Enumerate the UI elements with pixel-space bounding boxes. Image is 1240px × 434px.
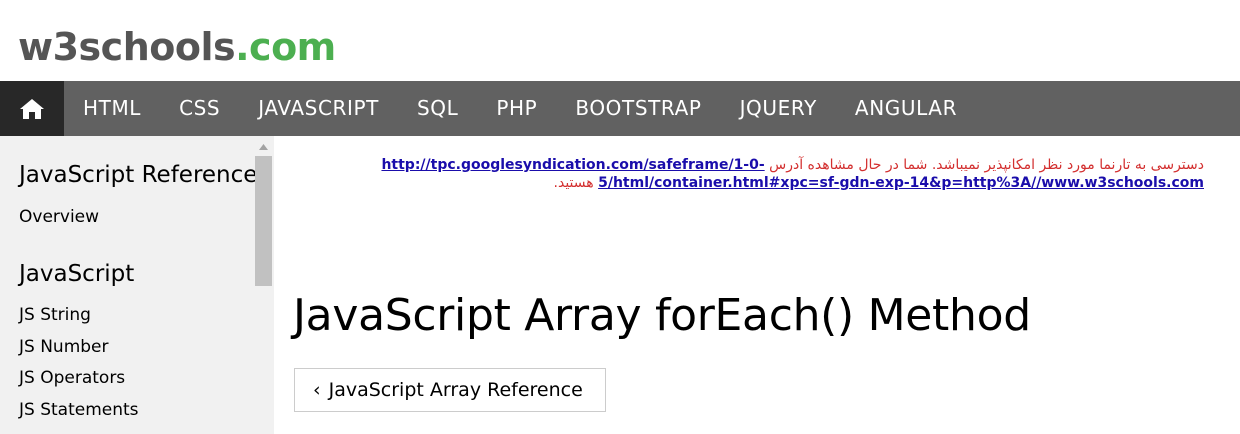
sidebar-heading-javascript: JavaScript (19, 261, 135, 287)
logo-suffix-text: .com (235, 25, 336, 69)
top-navigation: HTML CSS JAVASCRIPT SQL PHP BOOTSTRAP JQ… (0, 81, 1240, 136)
sidebar: JavaScript Reference Overview JavaScript… (0, 136, 274, 434)
array-reference-back-button[interactable]: ‹ JavaScript Array Reference (294, 368, 606, 412)
scroll-up-arrow-icon[interactable] (255, 142, 272, 152)
w3schools-logo[interactable]: w3schools.com (18, 22, 336, 72)
nav-sql[interactable]: SQL (398, 81, 477, 136)
nav-javascript[interactable]: JAVASCRIPT (239, 81, 398, 136)
sidebar-heading-reference: JavaScript Reference (19, 162, 258, 188)
nav-angular[interactable]: ANGULAR (836, 81, 976, 136)
sidebar-item-js-statements[interactable]: JS Statements (19, 400, 139, 420)
scrollbar-thumb[interactable] (255, 156, 272, 286)
ad-notice-text-before: دسترسی به تارنما مورد نظر امکانپذیر نمیب… (769, 157, 1204, 173)
nav-css[interactable]: CSS (160, 81, 239, 136)
page-title: JavaScript Array forEach() Method (293, 290, 1031, 341)
back-button-label: JavaScript Array Reference (328, 379, 583, 401)
nav-php[interactable]: PHP (477, 81, 556, 136)
nav-html[interactable]: HTML (64, 81, 160, 136)
ad-notice-text-after: هستید. (553, 175, 594, 191)
chevron-left-icon: ‹ (313, 379, 321, 401)
ad-blocked-notice: دسترسی به تارنما مورد نظر امکانپذیر نمیب… (340, 156, 1204, 192)
sidebar-item-js-number[interactable]: JS Number (19, 337, 109, 357)
home-button[interactable] (0, 81, 64, 136)
sidebar-item-js-string[interactable]: JS String (19, 305, 91, 325)
nav-bootstrap[interactable]: BOOTSTRAP (556, 81, 720, 136)
sidebar-item-js-operators[interactable]: JS Operators (19, 368, 125, 388)
logo-main-text: w3schools (18, 25, 236, 69)
sidebar-item-overview[interactable]: Overview (19, 207, 99, 227)
home-icon (20, 98, 44, 119)
sidebar-scrollbar[interactable] (255, 136, 272, 434)
nav-jquery[interactable]: JQUERY (721, 81, 836, 136)
